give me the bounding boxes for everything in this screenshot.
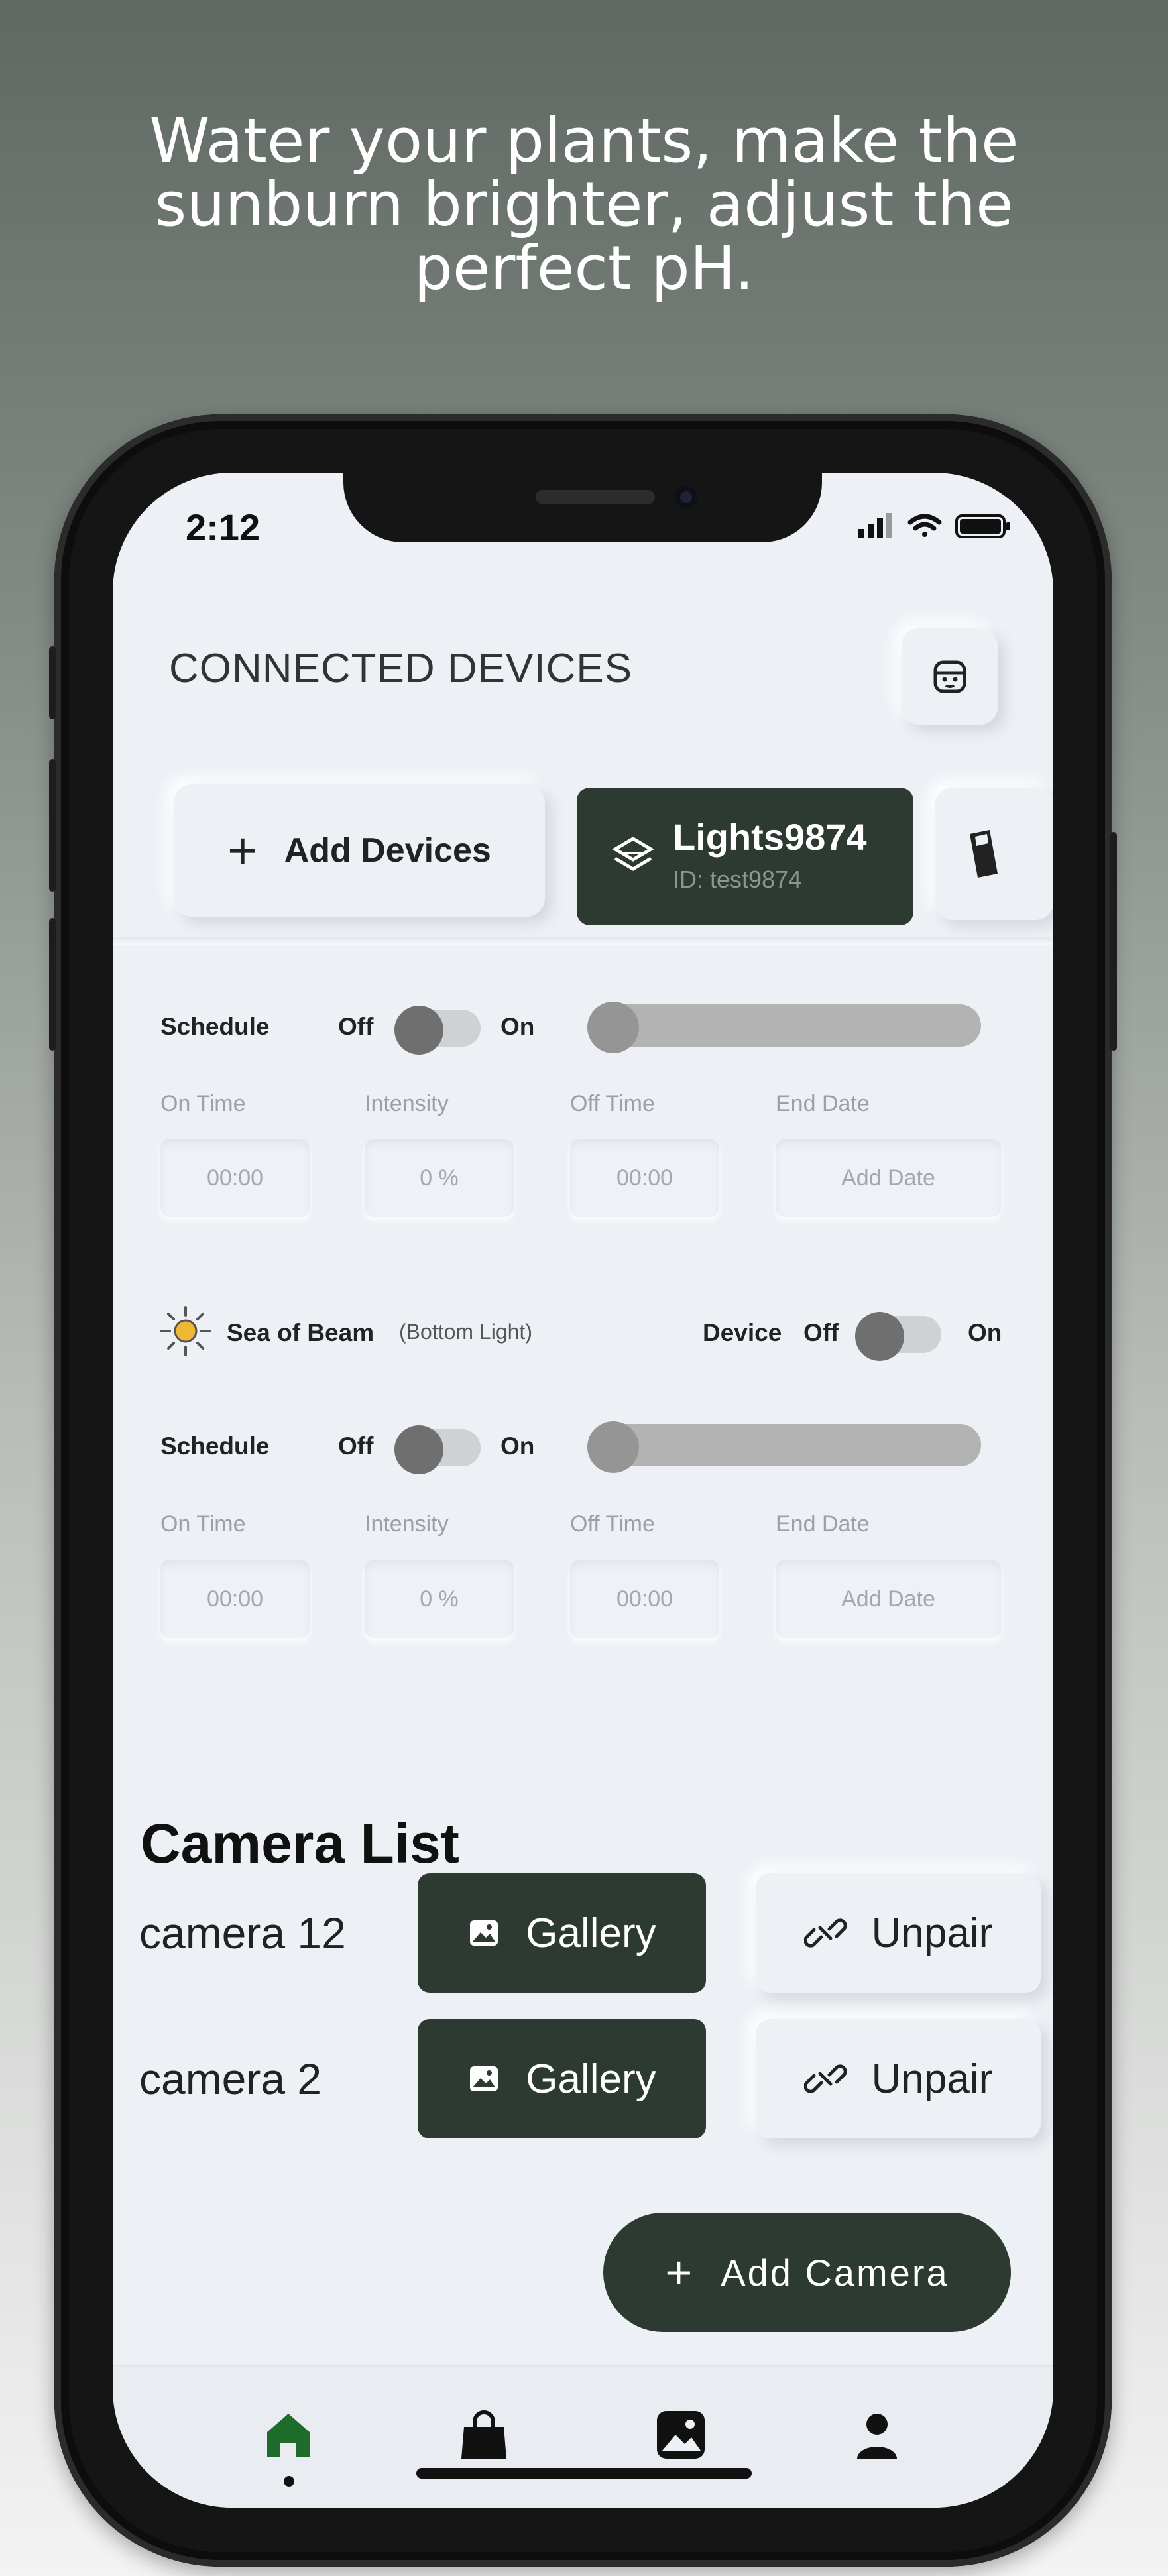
phone-frame: 2:12 CONNECTED DEVICES + Add Devices Lig… [49,414,1117,2567]
gallery-button[interactable]: Gallery [418,2019,706,2138]
tab-home[interactable] [259,2405,318,2465]
user-icon [857,2414,897,2459]
end-date-field[interactable]: Add Date [776,1560,1001,1638]
image-icon [470,1920,498,1946]
home-indicator [416,2468,752,2479]
gallery-label: Gallery [526,1910,656,1956]
on-time-label: On Time [160,1511,246,1537]
unpair-button[interactable]: Unpair [756,1873,1041,1993]
device-card-selected[interactable]: Lights9874 ID: test9874 [577,788,913,925]
headline-line-3: perfect pH. [414,233,754,304]
tab-shop[interactable] [454,2405,514,2465]
gallery-label: Gallery [526,2056,656,2102]
toggle-knob [394,1425,443,1474]
device-toggle[interactable] [855,1312,941,1361]
home-icon [267,2414,310,2457]
on-time-label: On Time [160,1091,246,1116]
device-name: Lights9874 [673,816,867,858]
marketing-headline: Water your plants, make the sunburn brig… [0,109,1168,300]
headline-line-1: Water your plants, make the [149,105,1019,176]
status-icons [858,509,1018,542]
device-id: ID: test9874 [673,866,802,893]
device-on-label: On [968,1319,1002,1346]
front-camera [675,486,697,508]
signal-icon [858,513,892,538]
mute-switch [49,646,56,719]
slider-knob [587,1002,639,1053]
add-devices-label: Add Devices [284,831,491,870]
toggle-knob [394,1006,443,1055]
speaker [536,490,655,504]
device-icon [970,830,998,878]
active-tab-indicator [284,2476,294,2487]
off-time-field[interactable]: 00:00 [570,1560,719,1638]
camera-name: camera 2 [139,2054,322,2103]
intensity-label: Intensity [365,1511,449,1537]
volume-down-button [49,918,56,1051]
camera-name: camera 12 [139,1908,346,1958]
schedule-on-label: On [500,1013,535,1040]
phone-screen: 2:12 CONNECTED DEVICES + Add Devices Lig… [113,473,1053,2508]
end-date-field[interactable]: Add Date [776,1139,1001,1217]
power-button [1110,832,1117,1051]
add-devices-button[interactable]: + Add Devices [174,784,545,917]
unpair-button[interactable]: Unpair [756,2019,1041,2138]
schedule-label: Schedule [160,1433,270,1460]
notch [343,473,822,542]
off-time-label: Off Time [570,1511,655,1537]
intensity-field[interactable]: 0 % [365,1139,514,1217]
plus-icon: + [665,2247,695,2298]
image-icon [470,2066,498,2091]
gallery-button[interactable]: Gallery [418,1873,706,1993]
light-name: Sea of Beam [227,1319,375,1346]
plus-icon: + [227,821,258,880]
section-divider [113,937,1053,945]
on-time-field[interactable]: 00:00 [160,1139,310,1217]
unlink-icon [803,1918,847,1948]
schedule-on-label: On [500,1433,535,1460]
schedule-label: Schedule [160,1013,270,1040]
page-title: CONNECTED DEVICES [169,646,633,691]
image-icon [657,2411,705,2459]
bag-icon [461,2410,506,2459]
device-card-next[interactable] [935,788,1053,920]
intensity-field[interactable]: 0 % [365,1560,514,1638]
unlink-icon [803,2064,847,2093]
add-camera-label: Add Camera [721,2251,949,2294]
add-camera-button[interactable]: + Add Camera [603,2213,1011,2332]
unpair-label: Unpair [871,2056,993,2102]
volume-up-button [49,759,56,892]
robot-face-icon [933,660,966,693]
wifi-icon [907,514,942,537]
tab-gallery[interactable] [651,2405,711,2465]
tab-profile[interactable] [847,2405,907,2465]
device-carousel[interactable]: + Add Devices Lights9874 ID: test9874 [113,764,1053,950]
unpair-label: Unpair [871,1910,993,1956]
schedule-off-label: Off [338,1013,374,1040]
light-subtitle: (Bottom Light) [399,1320,532,1344]
schedule-off-label: Off [338,1433,374,1460]
device-label: Device [703,1319,782,1346]
status-time: 2:12 [186,506,261,548]
intensity-label: Intensity [365,1091,449,1116]
schedule-toggle[interactable] [394,1425,481,1474]
light-panel-icon [612,837,654,871]
intensity-slider[interactable] [587,1421,981,1473]
off-time-field[interactable]: 00:00 [570,1139,719,1217]
end-date-label: End Date [776,1091,870,1116]
battery-icon [955,514,1010,538]
headline-line-2: sunburn brighter, adjust the [154,169,1014,240]
device-off-label: Off [803,1319,839,1346]
slider-knob [587,1421,639,1473]
on-time-field[interactable]: 00:00 [160,1560,310,1638]
sun-icon [160,1306,211,1356]
intensity-slider[interactable] [587,1002,981,1053]
off-time-label: Off Time [570,1091,655,1116]
schedule-toggle[interactable] [394,1006,481,1055]
tab-bar [113,2365,1053,2508]
end-date-label: End Date [776,1511,870,1537]
profile-button[interactable] [902,628,998,725]
toggle-knob [855,1312,904,1361]
camera-list-title: Camera List [141,1812,459,1875]
